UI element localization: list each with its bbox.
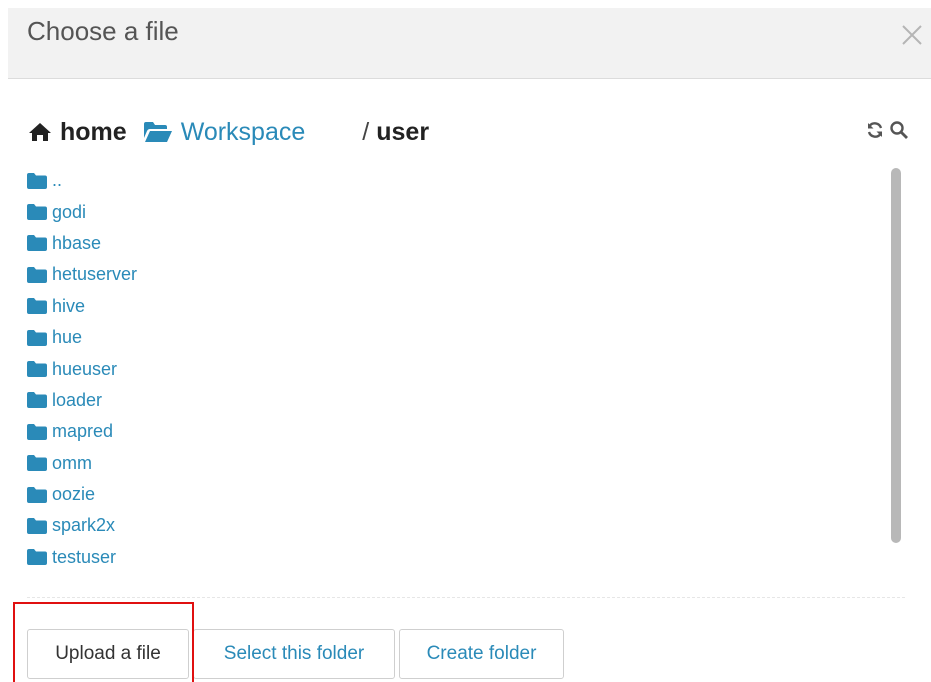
divider [27,597,905,598]
folder-icon [27,235,52,252]
breadcrumb-home-label: home [60,117,127,146]
folder-icon [27,549,52,566]
create-folder-button[interactable]: Create folder [399,629,564,679]
folder-icon [27,392,52,409]
breadcrumb-current[interactable]: user [376,118,429,147]
file-list-item-label: omm [52,452,92,473]
file-list-item-label: godi [52,201,87,222]
file-list-item[interactable]: godi [27,196,867,227]
file-list-item-label: loader [52,389,103,410]
file-list-item[interactable]: hueuser [27,353,867,384]
file-list-item[interactable]: hbase [27,228,867,259]
file-list-item-label: spark2x [52,515,116,536]
folder-icon [27,172,52,189]
file-list-item-label: .. [52,170,63,191]
folder-icon [27,204,52,221]
file-list-item-label: hetuserver [52,264,138,285]
close-icon[interactable] [899,22,925,48]
file-list-item-label: hueuser [52,358,118,379]
file-list-item-label: mapred [52,421,114,442]
file-list-item[interactable]: spark2x [27,510,867,541]
file-list-item-label: hbase [52,232,102,253]
select-folder-button[interactable]: Select this folder [193,629,395,679]
file-list-item[interactable]: .. [27,165,867,196]
file-list-item[interactable]: hue [27,322,867,353]
file-list-item[interactable]: hetuserver [27,259,867,290]
folder-icon [27,329,52,346]
folder-icon [27,486,52,503]
folder-icon [27,423,52,440]
dialog-header: Choose a file [8,8,931,79]
folder-icon [27,517,52,534]
breadcrumb-separator: / [362,117,370,146]
folder-icon [27,455,52,472]
dialog-title: Choose a file [27,16,179,46]
folder-icon [27,361,52,378]
breadcrumb-workspace[interactable]: Workspace [143,117,306,147]
file-list-item[interactable]: omm [27,448,867,479]
file-list-item-label: hive [52,295,86,316]
choose-file-dialog: Choose a file home Workspace / user .. g… [0,0,931,682]
home-icon [28,122,60,142]
toolbar [865,120,913,140]
file-list-item[interactable]: loader [27,385,867,416]
folder-open-icon [143,121,181,143]
upload-file-button[interactable]: Upload a file [27,629,189,679]
breadcrumb-workspace-label: Workspace [180,117,306,146]
refresh-icon[interactable] [865,120,885,140]
folder-icon [27,298,52,315]
file-list-item-label: hue [52,327,83,348]
breadcrumb-home[interactable]: home [28,118,127,147]
dialog-footer: Upload a file Select this folder Create … [27,629,568,679]
file-list-item[interactable]: testuser [27,542,867,573]
file-list-item[interactable]: mapred [27,416,867,447]
scrollbar[interactable] [891,168,901,543]
file-list-item-label: testuser [52,546,117,567]
file-list-item[interactable]: hive [27,291,867,322]
folder-icon [27,266,52,283]
search-icon[interactable] [889,120,909,140]
file-list-item[interactable]: oozie [27,479,867,510]
file-list: .. godi hbase hetuserver hive hue hueuser loade… [27,165,867,573]
file-list-item-label: oozie [52,484,96,505]
breadcrumb: home Workspace / user [28,114,429,150]
